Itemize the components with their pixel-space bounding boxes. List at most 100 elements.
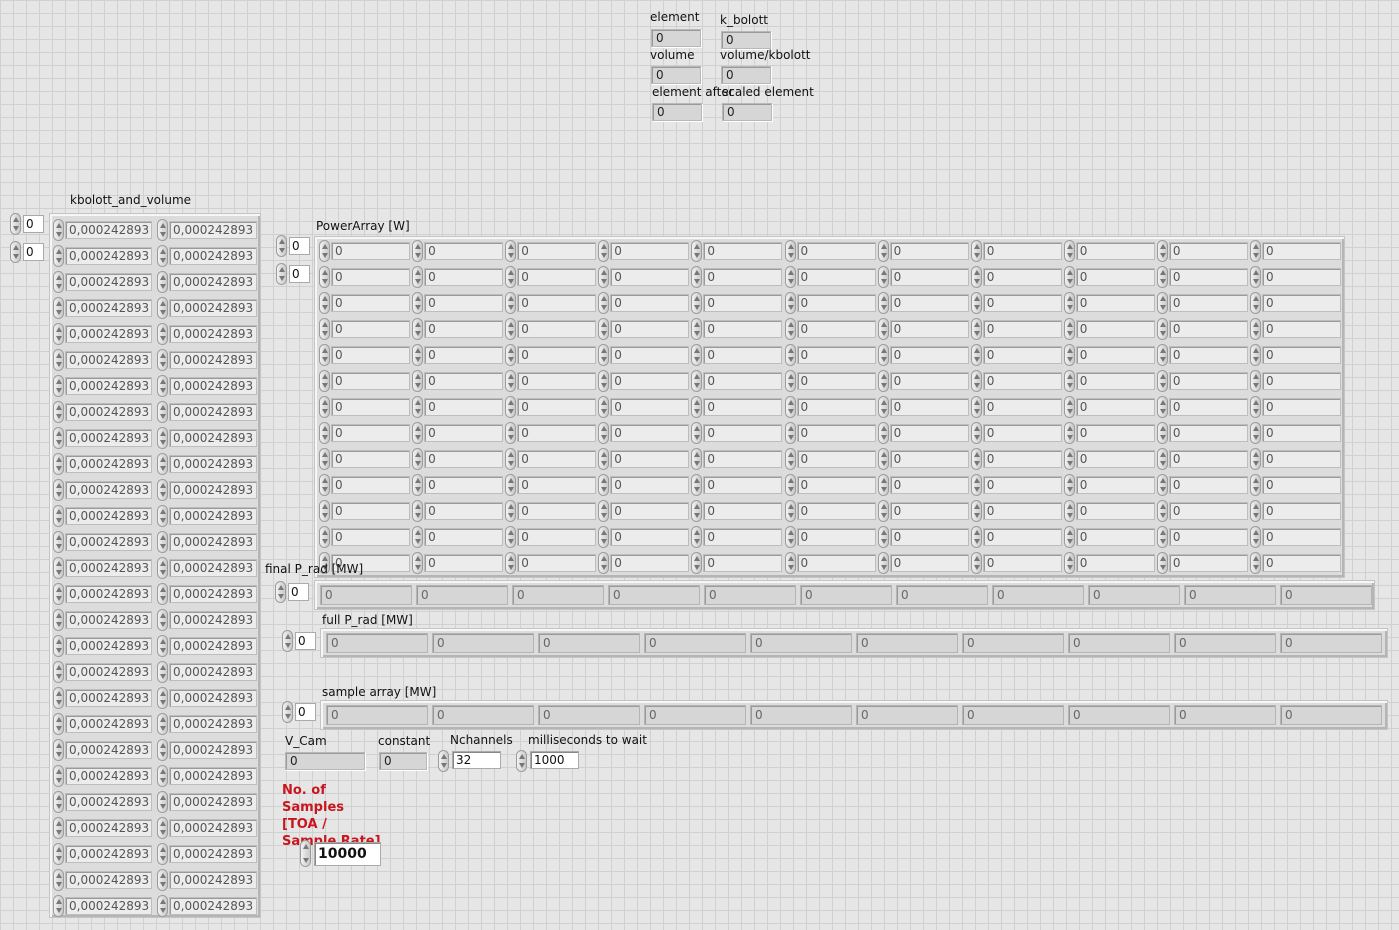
kbv-cell-value[interactable]: 0,000242893 [169,273,257,291]
kbv-cell[interactable]: 0,000242893 [156,505,257,527]
kbv-cell[interactable]: 0,000242893 [156,271,257,293]
kbv-cell-spinner[interactable] [157,661,168,683]
power-cell[interactable]: 0 [411,552,504,574]
power-cell-value[interactable]: 0 [796,554,876,572]
power-cell-spinner[interactable] [970,474,982,496]
kbv-cell-spinner[interactable] [53,375,64,397]
nchannels-spinner[interactable] [438,750,449,772]
power-cell-value[interactable]: 0 [796,424,876,442]
power-cell-spinner[interactable] [412,318,424,340]
power-cell-value[interactable]: 0 [331,528,410,546]
power-cell-value[interactable]: 0 [889,398,969,416]
kbv-cell[interactable]: 0,000242893 [156,375,257,397]
power-cell[interactable]: 0 [504,240,597,262]
power-cell-spinner[interactable] [691,526,703,548]
kbv-cell-value[interactable]: 0,000242893 [169,741,257,759]
power-cell[interactable]: 0 [597,422,690,444]
power-cell[interactable]: 0 [318,422,410,444]
kbv-cell-spinner[interactable] [157,427,168,449]
power-cell[interactable]: 0 [877,240,969,262]
power-cell[interactable]: 0 [784,500,876,522]
power-cell-spinner[interactable] [970,552,982,574]
kbv-cell-value[interactable]: 0,000242893 [169,403,257,421]
power-cell[interactable]: 0 [597,474,690,496]
kbv-cell-value[interactable]: 0,000242893 [65,351,152,369]
power-cell[interactable]: 0 [597,500,690,522]
power-cell-value[interactable]: 0 [703,372,783,390]
power-cell[interactable]: 0 [970,240,1062,262]
power-cell-value[interactable]: 0 [889,320,969,338]
kbv-cell[interactable]: 0,000242893 [52,739,152,761]
power-cell-spinner[interactable] [1156,526,1168,548]
kbv-cell[interactable]: 0,000242893 [52,323,152,345]
power-cell-value[interactable]: 0 [610,554,690,572]
kbv-index-col-spinner[interactable] [10,241,21,263]
power-cell-value[interactable]: 0 [424,450,504,468]
power-cell[interactable]: 0 [597,448,690,470]
kbv-cell-value[interactable]: 0,000242893 [65,559,152,577]
power-cell[interactable]: 0 [970,318,1062,340]
power-cell-value[interactable]: 0 [889,502,969,520]
kbv-cell[interactable]: 0,000242893 [156,245,257,267]
power-cell[interactable]: 0 [1249,292,1341,314]
kbv-cell[interactable]: 0,000242893 [156,661,257,683]
power-cell[interactable]: 0 [318,474,410,496]
kbv-cell-value[interactable]: 0,000242893 [169,533,257,551]
power-cell-spinner[interactable] [691,552,703,574]
power-cell-value[interactable]: 0 [610,294,690,312]
power-cell[interactable]: 0 [784,448,876,470]
power-cell-spinner[interactable] [970,344,982,366]
kbv-cell[interactable]: 0,000242893 [52,791,152,813]
power-cell-spinner[interactable] [598,552,610,574]
power-cell-spinner[interactable] [598,500,610,522]
final-p-rad-index-spinner[interactable] [275,581,286,603]
power-cell[interactable]: 0 [411,370,504,392]
power-cell-value[interactable]: 0 [703,398,783,416]
kbv-cell-value[interactable]: 0,000242893 [169,663,257,681]
power-cell-value[interactable]: 0 [1168,268,1248,286]
power-cell[interactable]: 0 [877,526,969,548]
power-cell[interactable]: 0 [1063,344,1155,366]
power-cell[interactable]: 0 [690,344,783,366]
power-cell-spinner[interactable] [970,240,982,262]
power-cell[interactable]: 0 [690,292,783,314]
kbv-cell-value[interactable]: 0,000242893 [65,507,152,525]
kbv-cell-spinner[interactable] [157,869,168,891]
kbv-cell-spinner[interactable] [157,765,168,787]
kbv-cell[interactable]: 0,000242893 [52,349,152,371]
power-cell-value[interactable]: 0 [517,294,597,312]
power-cell-value[interactable]: 0 [424,320,504,338]
power-cell[interactable]: 0 [690,240,783,262]
power-cell-spinner[interactable] [877,318,889,340]
power-cell[interactable]: 0 [784,370,876,392]
power-cell-spinner[interactable] [1156,422,1168,444]
power-cell-spinner[interactable] [784,318,796,340]
kbv-cell[interactable]: 0,000242893 [52,687,152,709]
power-cell[interactable]: 0 [504,500,597,522]
power-cell-value[interactable]: 0 [889,528,969,546]
power-cell-value[interactable]: 0 [796,346,876,364]
kbv-cell-spinner[interactable] [53,271,64,293]
power-cell-spinner[interactable] [970,318,982,340]
kbv-cell[interactable]: 0,000242893 [156,713,257,735]
kbv-cell[interactable]: 0,000242893 [156,401,257,423]
power-cell[interactable]: 0 [970,500,1062,522]
kbv-cell[interactable]: 0,000242893 [52,453,152,475]
power-cell-value[interactable]: 0 [1262,398,1341,416]
kbv-index-row-spinner[interactable] [10,213,21,235]
power-cell[interactable]: 0 [318,266,410,288]
power-cell[interactable]: 0 [877,422,969,444]
power-cell[interactable]: 0 [690,552,783,574]
power-cell-value[interactable]: 0 [517,320,597,338]
power-cell[interactable]: 0 [504,318,597,340]
power-cell-spinner[interactable] [784,552,796,574]
power-cell[interactable]: 0 [1156,448,1248,470]
power-cell-spinner[interactable] [505,448,517,470]
kbv-cell-spinner[interactable] [53,401,64,423]
kbv-cell[interactable]: 0,000242893 [52,401,152,423]
kbv-cell-value[interactable]: 0,000242893 [169,247,257,265]
power-cell[interactable]: 0 [970,448,1062,470]
power-cell-spinner[interactable] [319,240,330,262]
kbv-cell-spinner[interactable] [157,453,168,475]
power-cell[interactable]: 0 [411,292,504,314]
